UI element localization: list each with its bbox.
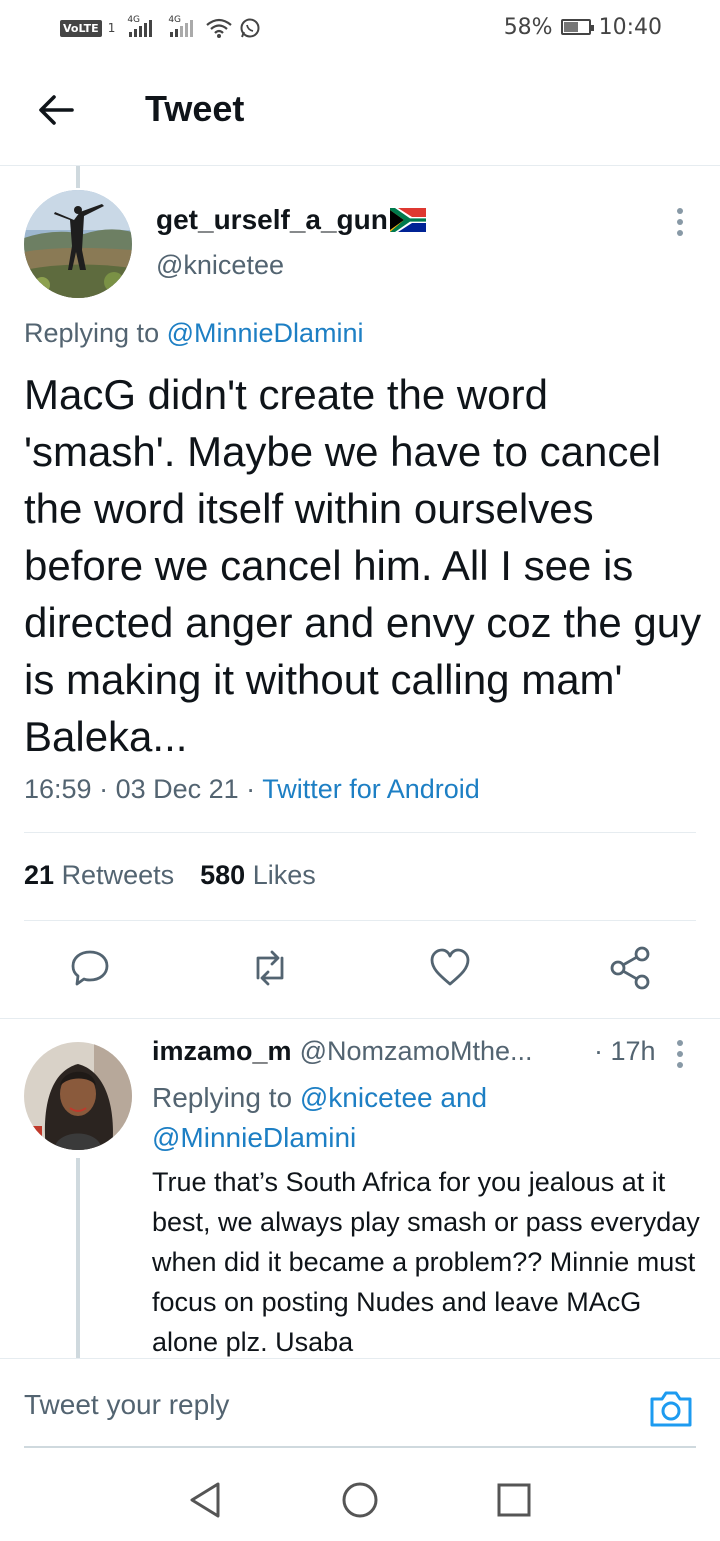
replying-to-link[interactable]: @MinnieDlamini [152,1122,356,1153]
reply-avatar[interactable] [24,1042,132,1150]
reply-replying-to: Replying to @knicetee and @MinnieDlamini [152,1082,488,1153]
whatsapp-icon [240,18,260,38]
south-africa-flag-icon [389,208,426,232]
circle-home-icon[interactable] [340,1480,380,1520]
replying-to-link[interactable]: @knicetee [300,1082,433,1113]
triangle-back-icon[interactable] [186,1480,226,1520]
heart-icon[interactable] [428,944,472,992]
reply-display-name[interactable]: imzamo_m [152,1036,292,1067]
wifi-icon [206,18,233,38]
avatar[interactable] [24,190,132,298]
signal-icon: 4G [127,15,153,37]
system-nav-bar [0,1452,720,1541]
user-handle[interactable]: @knicetee [156,250,284,281]
retweet-icon[interactable] [248,944,292,992]
more-vertical-icon[interactable] [670,206,690,238]
square-recent-icon[interactable] [494,1480,534,1520]
tweet-date: 03 Dec 21 [115,774,239,804]
share-icon[interactable] [608,944,652,992]
reply-input[interactable] [24,1389,584,1421]
avatar-image [24,190,132,298]
battery-icon [560,19,594,35]
top-app-bar: Tweet [0,56,720,166]
more-vertical-icon[interactable] [670,1038,690,1070]
camera-icon[interactable] [648,1387,694,1429]
reply-composer [0,1358,720,1448]
arrow-left-icon[interactable] [34,92,78,128]
status-bar: VoLTE 1 4G 4G 58% 10:40 [0,0,720,56]
divider [24,920,696,921]
battery-percent: 58% [503,14,553,40]
tweet-meta: 16:59 · 03 Dec 21 · Twitter for Android [24,774,480,804]
signal-icon-2: 4G [168,15,194,37]
volte-badge: VoLTE [60,19,102,37]
tweet-source-link[interactable]: Twitter for Android [262,774,480,804]
reply-handle[interactable]: @NomzamoMthe... [300,1036,533,1067]
tweet-actions [0,944,720,1004]
page-title: Tweet [145,88,245,129]
likes-stat[interactable]: 580 Likes [200,860,316,891]
divider [24,832,696,833]
composer-underline [24,1446,696,1448]
sim-indicator: 1 [107,21,116,35]
comment-icon[interactable] [68,944,112,992]
replying-to-link[interactable]: @MinnieDlamini [167,318,364,348]
reply-text: True that’s South Africa for you jealous… [152,1167,700,1357]
divider [0,1018,720,1019]
tweet-time: 16:59 [24,774,92,804]
thread-line-bottom [76,1158,80,1358]
reply-header: imzamo_m @NomzamoMthe... [152,1036,533,1067]
tweet-text: MacG didn't create the word 'smash'. May… [24,371,702,760]
replying-to: Replying to @MinnieDlamini [24,318,364,348]
clock: 10:40 [598,14,662,40]
user-display-name[interactable]: get_urself_a_gun [156,204,426,236]
reply-time: · 17h [594,1036,656,1066]
thread-line-top [76,166,80,188]
status-left: VoLTE 1 4G 4G [60,14,261,42]
retweets-stat[interactable]: 21 Retweets [24,860,174,891]
tweet-stats: 21 Retweets 580 Likes [24,860,316,891]
status-right: 58% 10:40 [504,12,662,42]
reply-avatar-image [24,1042,132,1150]
